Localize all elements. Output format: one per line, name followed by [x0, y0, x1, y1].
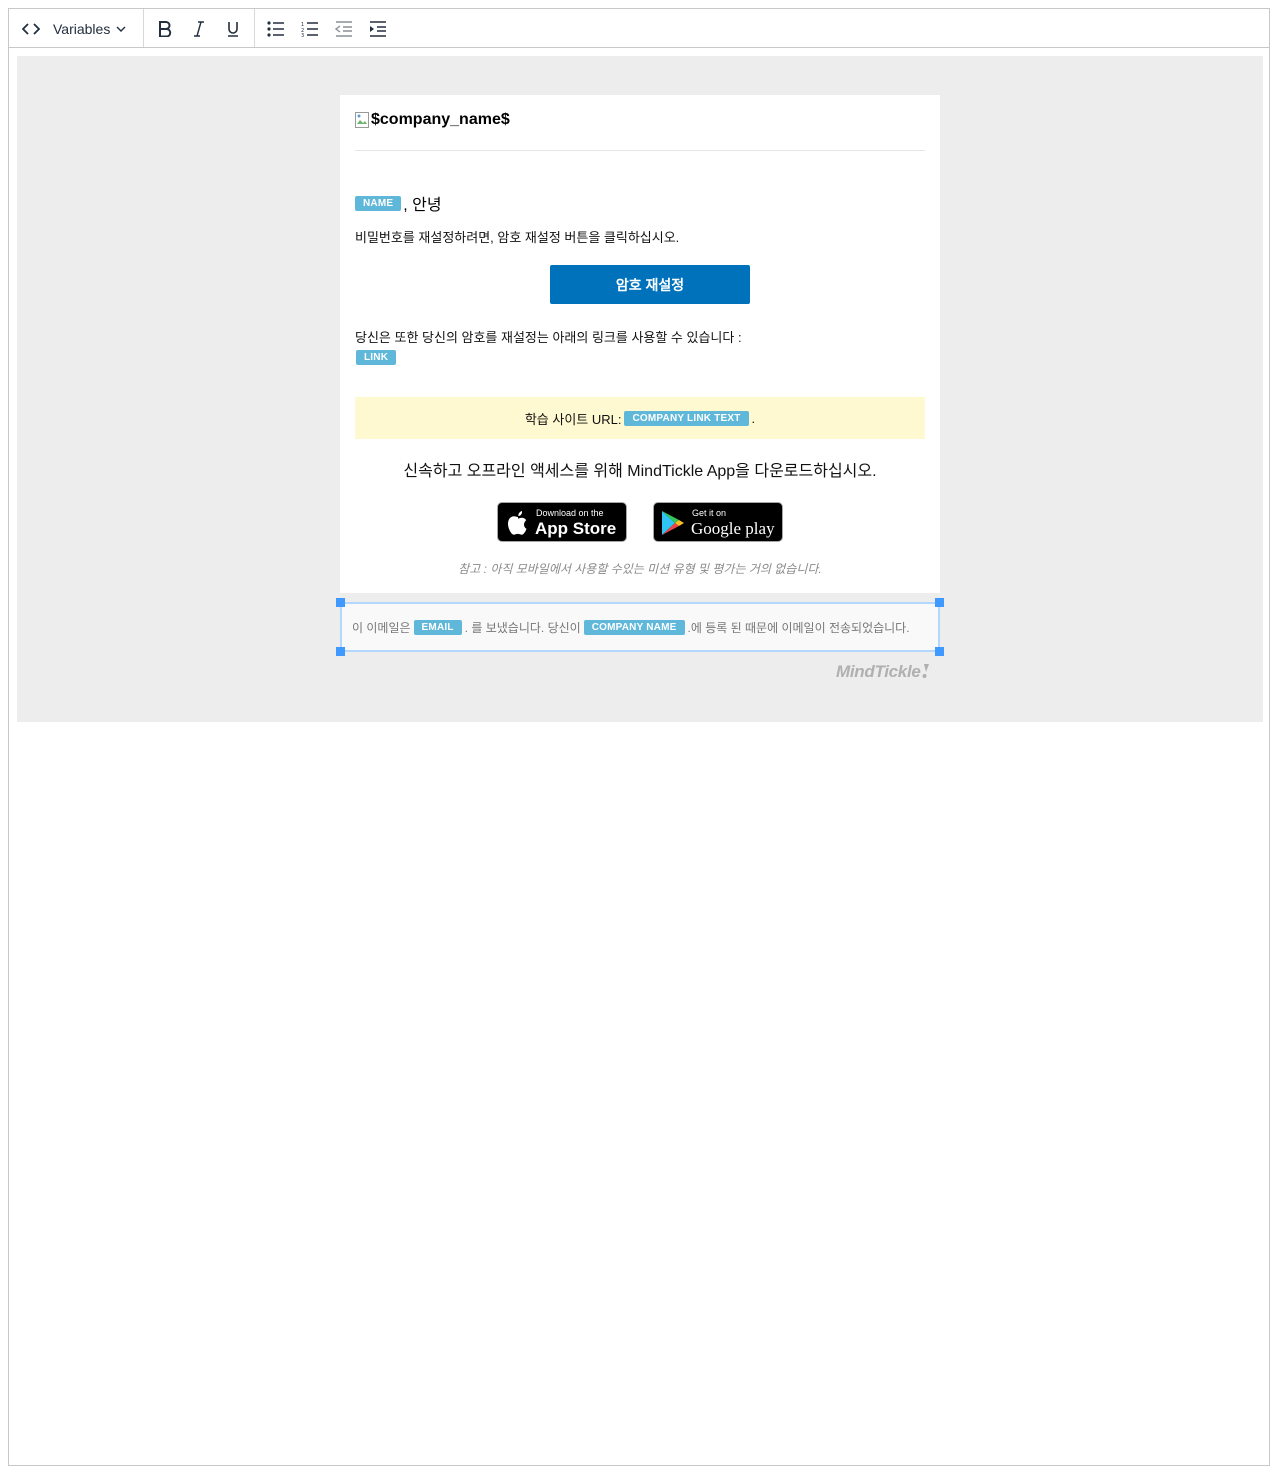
toolbar-divider: [254, 9, 255, 47]
indent-button[interactable]: [366, 15, 390, 43]
resize-handle-top-right[interactable]: [935, 598, 944, 607]
greeting-text: , 안녕: [403, 197, 442, 214]
email-variable-tag[interactable]: EMAIL: [413, 620, 462, 635]
mobile-note: 참고 : 아직 모바일에서 사용할 수있는 미션 유형 및 평가는 거의 없습니…: [458, 562, 822, 576]
indent-icon: [370, 21, 386, 37]
footer-middle: . 를 보냈습니다. 당신이: [464, 621, 581, 635]
bullet-list-icon: [267, 21, 284, 37]
resize-handle-bottom-right[interactable]: [935, 647, 944, 656]
email-body: $company_name$ NAME , 안녕 비밀번호를 재설정하려면, 암…: [340, 95, 940, 593]
chevron-down-icon: [116, 26, 126, 32]
italic-button[interactable]: [187, 15, 211, 43]
outdent-button[interactable]: [332, 15, 356, 43]
header-divider: [355, 150, 925, 151]
google-play-icon: [662, 511, 684, 535]
site-url-suffix: .: [751, 410, 756, 426]
footer-prefix: 이 이메일은: [352, 621, 411, 635]
app-store-big-text: App Store: [535, 519, 617, 538]
company-name-variable-tag[interactable]: COMPANY NAME: [583, 620, 685, 635]
toolbar-divider: [143, 9, 144, 47]
code-icon: [22, 23, 40, 35]
reset-password-button[interactable]: 암호 재설정: [550, 265, 750, 304]
broken-image-icon: [355, 112, 369, 128]
download-app-text: 신속하고 오프라인 액세스를 위해 MindTickle App을 다운로드하십…: [403, 463, 877, 480]
app-store-small-text: Download on the: [536, 508, 604, 518]
svg-text:3: 3: [301, 33, 304, 37]
resize-handle-top-left[interactable]: [336, 598, 345, 607]
underline-icon: [228, 22, 238, 37]
footer-block-selected[interactable]: 이 이메일은 EMAIL . 를 보냈습니다. 당신이 COMPANY NAME…: [336, 598, 944, 656]
link-variable-tag[interactable]: LINK: [356, 350, 397, 366]
company-logo: $company_name$: [355, 110, 510, 130]
site-url-banner: 학습 사이트 URL: COMPANY LINK TEXT .: [355, 397, 925, 439]
alt-link-text: 당신은 또한 당신의 암호를 재설정는 아래의 링크를 사용할 수 있습니다 :: [355, 330, 742, 345]
email-canvas: $company_name$ NAME , 안녕 비밀번호를 재설정하려면, 암…: [17, 56, 1263, 722]
company-link-variable-tag[interactable]: COMPANY LINK TEXT: [624, 410, 749, 426]
resize-handle-bottom-left[interactable]: [336, 647, 345, 656]
brand-text: MindTickle: [836, 662, 921, 681]
outdent-icon: [335, 21, 352, 37]
name-variable-tag[interactable]: NAME: [355, 195, 402, 211]
site-url-label: 학습 사이트 URL:: [524, 411, 622, 427]
bold-button[interactable]: [153, 15, 177, 43]
mindtickle-logo: MindTickle: [836, 662, 930, 682]
source-code-button[interactable]: [19, 15, 43, 43]
variables-label: Variables: [53, 21, 111, 37]
bold-icon: [159, 21, 172, 37]
editor-toolbar: Variables 123: [9, 9, 1269, 48]
variables-dropdown[interactable]: Variables: [53, 15, 133, 43]
logo-alt-text: $company_name$: [371, 111, 510, 128]
footer-text: 이 이메일은 EMAIL . 를 보냈습니다. 당신이 COMPANY NAME…: [352, 619, 910, 636]
rich-text-editor: Variables 123 $company_name$ NAME , 안녕 비…: [8, 8, 1270, 1466]
instruction-text: 비밀번호를 재설정하려면, 암호 재설정 버튼을 클릭하십시오.: [355, 230, 680, 245]
brand-mark-icon: [922, 664, 929, 678]
numbered-list-icon: 123: [301, 22, 318, 37]
bullet-list-button[interactable]: [264, 15, 288, 43]
link-variable-wrap: LINK: [356, 349, 397, 367]
underline-button[interactable]: [221, 15, 245, 43]
numbered-list-button[interactable]: 123: [298, 15, 322, 43]
footer-suffix: .에 등록 된 때문에 이메일이 전송되었습니다.: [687, 621, 910, 635]
apple-icon: [508, 511, 527, 535]
greeting: NAME , 안녕: [355, 191, 442, 215]
google-play-big-text: Google play: [691, 519, 775, 538]
google-play-small-text: Get it on: [692, 508, 727, 518]
app-store-badge[interactable]: Download on the App Store: [497, 502, 627, 542]
italic-icon: [194, 21, 204, 37]
google-play-badge[interactable]: Get it on Google play: [653, 502, 783, 542]
